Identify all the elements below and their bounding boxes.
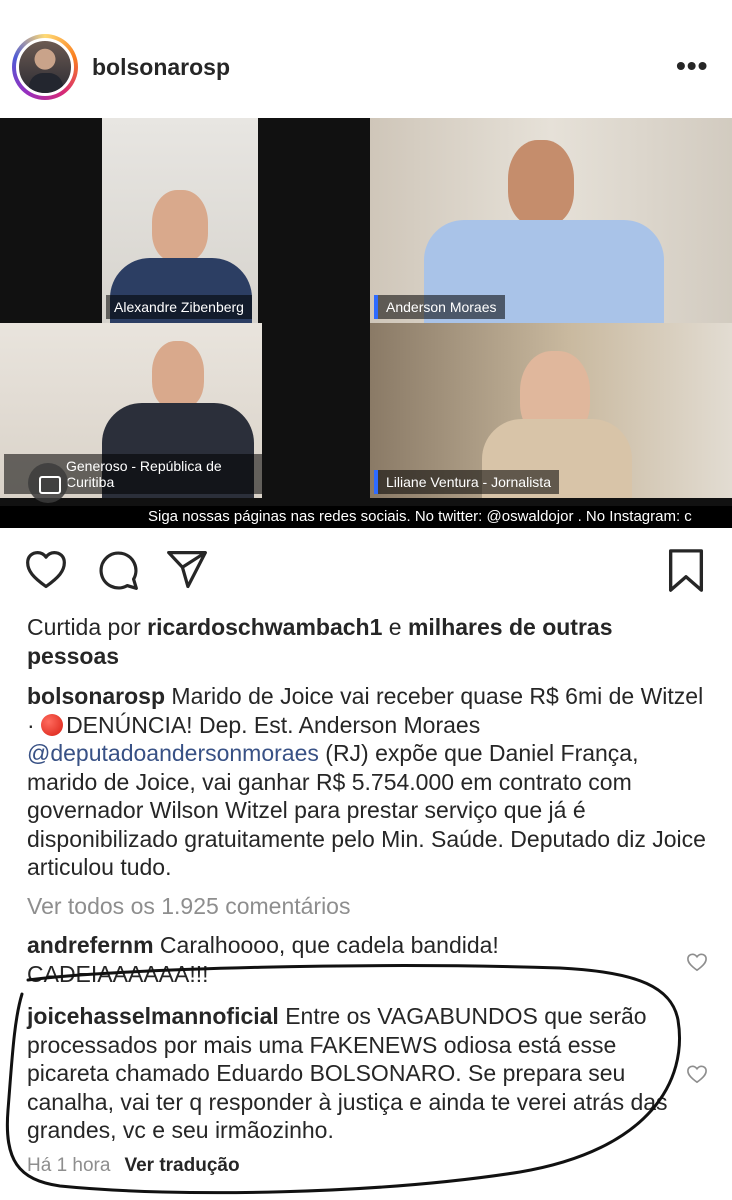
participant-name: Alexandre Zibenberg bbox=[106, 295, 252, 319]
post-username[interactable]: bolsonarosp bbox=[92, 54, 230, 81]
comment: joicehasselmannoficial Entre os VAGABUND… bbox=[27, 1002, 677, 1145]
video-tile: Alexandre Zibenberg bbox=[102, 118, 258, 323]
red-circle-icon bbox=[41, 713, 64, 736]
comment-username[interactable]: joicehasselmannoficial bbox=[27, 1003, 279, 1029]
liked-by: Curtida por ricardoschwambach1 e milhare… bbox=[27, 613, 707, 670]
avatar[interactable] bbox=[16, 38, 74, 96]
share-icon[interactable] bbox=[164, 548, 210, 592]
post-caption: bolsonarosp Marido de Joice vai receber … bbox=[27, 682, 707, 882]
view-all-comments[interactable]: Ver todos os 1.925 comentários bbox=[27, 893, 350, 920]
story-ring[interactable] bbox=[12, 34, 78, 100]
video-tile: Liliane Ventura - Jornalista bbox=[370, 323, 732, 498]
liked-by-prefix: Curtida por bbox=[27, 614, 148, 640]
igtv-icon[interactable] bbox=[28, 463, 68, 503]
video-tile: Anderson Moraes bbox=[370, 118, 732, 323]
comment-meta: Há 1 hora Ver tradução bbox=[27, 1155, 240, 1177]
video-ticker: Siga nossas páginas nas redes sociais. N… bbox=[0, 506, 732, 528]
liked-by-user[interactable]: ricardoschwambach1 bbox=[147, 614, 382, 640]
participant-name: Liliane Ventura - Jornalista bbox=[374, 470, 559, 494]
caption-username[interactable]: bolsonarosp bbox=[27, 683, 165, 709]
comment-username[interactable]: andrefernm bbox=[27, 932, 154, 958]
bookmark-icon[interactable] bbox=[666, 548, 706, 594]
comment-like-icon[interactable] bbox=[686, 1064, 708, 1084]
heart-icon[interactable] bbox=[24, 548, 68, 592]
comment-time: Há 1 hora bbox=[27, 1155, 111, 1176]
comment: andrefernm Caralhoooo, que cadela bandid… bbox=[27, 931, 677, 988]
action-bar bbox=[0, 540, 732, 610]
more-options-icon[interactable]: ••• bbox=[676, 52, 708, 80]
see-translation-link[interactable]: Ver tradução bbox=[124, 1155, 239, 1176]
post-video[interactable]: Alexandre Zibenberg Anderson Moraes Gene… bbox=[0, 118, 732, 528]
caption-text: DENÚNCIA! Dep. Est. Anderson Moraes bbox=[66, 711, 481, 738]
liked-by-middle: e bbox=[382, 614, 408, 640]
participant-name: Anderson Moraes bbox=[374, 295, 505, 319]
comment-like-icon[interactable] bbox=[686, 952, 708, 972]
caption-mention[interactable]: @deputadoandersonmoraes bbox=[27, 740, 319, 766]
comment-icon[interactable] bbox=[96, 548, 140, 592]
post-header: bolsonarosp ••• bbox=[0, 0, 732, 118]
